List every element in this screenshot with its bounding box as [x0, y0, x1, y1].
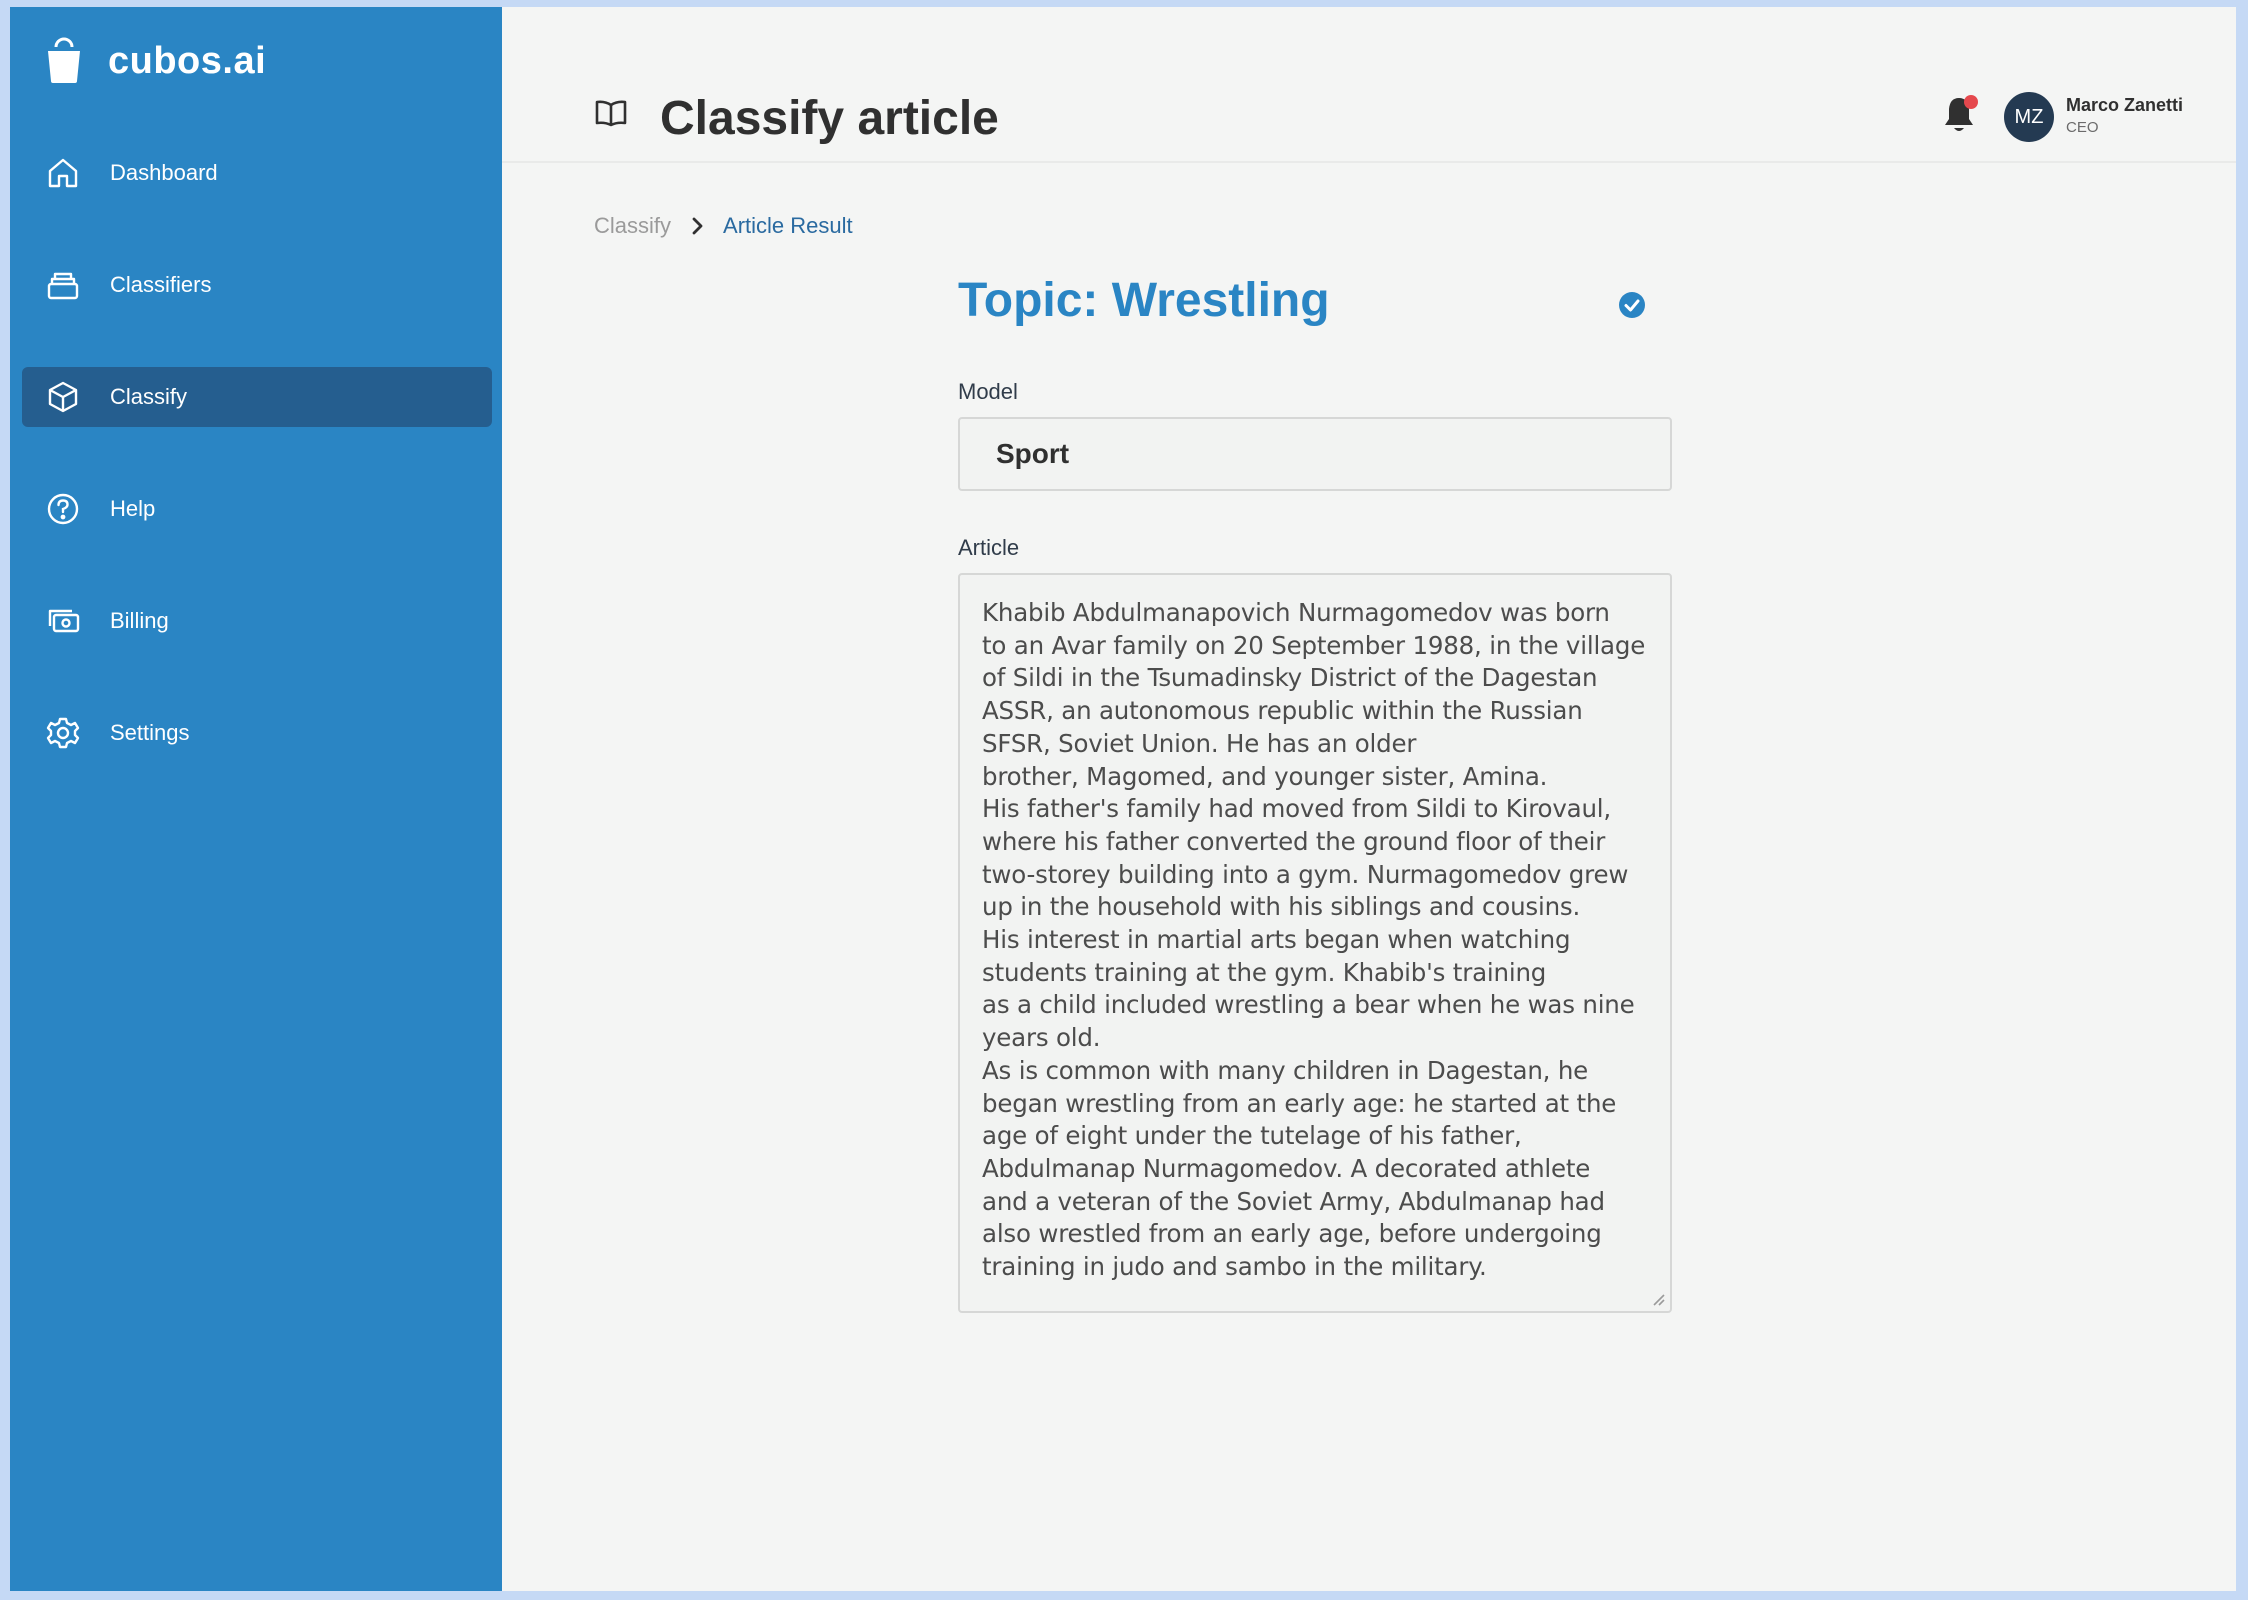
article-line: and a veteran of the Soviet Army, Abdulm… — [982, 1186, 1605, 1216]
topic-title: Topic: Wrestling — [958, 274, 1330, 327]
resize-handle-icon[interactable] — [1648, 1289, 1666, 1307]
article-textarea[interactable]: Khabib Abdulmanapovich Nurmagomedov was … — [958, 573, 1672, 1313]
sidebar-item-settings[interactable]: Settings — [22, 703, 492, 763]
article-line: where his father converted the ground fl… — [982, 826, 1606, 856]
sidebar-item-classify[interactable]: Classify — [22, 367, 492, 427]
help-circle-icon — [46, 492, 80, 526]
user-role: CEO — [2066, 119, 2099, 136]
article-line: SFSR, Soviet Union. He has an older — [982, 728, 1417, 758]
billing-icon — [46, 604, 80, 638]
sidebar: cubos.ai Dashboard Classifiers Classify … — [10, 7, 502, 1591]
sidebar-item-billing[interactable]: Billing — [22, 591, 492, 651]
chevron-right-icon — [692, 217, 703, 235]
page-title: Classify article — [660, 92, 999, 145]
sidebar-item-dashboard[interactable]: Dashboard — [22, 143, 492, 203]
home-icon — [46, 156, 80, 190]
article-line: ASSR, an autonomous republic within the … — [982, 696, 1583, 726]
brand-name: cubos.ai — [108, 39, 267, 82]
sidebar-item-help[interactable]: Help — [22, 479, 492, 539]
app-window: cubos.ai Dashboard Classifiers Classify … — [10, 7, 2236, 1591]
sidebar-nav: Dashboard Classifiers Classify Help Bill… — [22, 143, 492, 815]
sidebar-item-label: Settings — [110, 720, 190, 745]
sidebar-item-label: Classifiers — [110, 272, 212, 297]
book-icon — [595, 100, 627, 127]
article-line: of Sildi in the Tsumadinsky District of … — [982, 663, 1598, 693]
user-name[interactable]: Marco Zanetti — [2066, 95, 2183, 116]
topic-row: Topic: Wrestling — [958, 273, 1672, 343]
cube-icon — [46, 380, 80, 414]
article-line: training in judo and sambo in the milita… — [982, 1252, 1487, 1282]
result-panel: Topic: Wrestling Model Sport Article Kha… — [958, 273, 1672, 1313]
top-bar: Classify article MZ Marco Zanetti CEO — [502, 7, 2236, 163]
article-line: to an Avar family on 20 September 1988, … — [982, 630, 1646, 660]
notification-dot — [1964, 95, 1978, 109]
model-label: Model — [958, 379, 1018, 404]
article-line: up in the household with his siblings an… — [982, 892, 1581, 922]
article-line: began wrestling from an early age: he st… — [982, 1088, 1617, 1118]
article-line: years old. — [982, 1023, 1101, 1053]
article-text: Khabib Abdulmanapovich Nurmagomedov was … — [982, 597, 1646, 1284]
breadcrumb-item-classify[interactable]: Classify — [594, 213, 671, 239]
bucket-logo-icon — [48, 37, 80, 83]
main-content: Classify article MZ Marco Zanetti CEO Cl… — [502, 7, 2236, 1591]
gear-icon — [46, 716, 80, 750]
avatar[interactable]: MZ — [2004, 92, 2054, 142]
breadcrumb-item-article-result[interactable]: Article Result — [723, 213, 853, 239]
article-line: Abdulmanap Nurmagomedov. A decorated ath… — [982, 1153, 1591, 1183]
sidebar-item-label: Billing — [110, 608, 169, 633]
article-line: His interest in martial arts began when … — [982, 925, 1571, 955]
article-line: also wrestled from an early age, before … — [982, 1219, 1602, 1249]
sidebar-item-label: Help — [110, 496, 156, 521]
sidebar-item-label: Classify — [110, 384, 188, 409]
article-line: His father's family had moved from Sildi… — [982, 794, 1611, 824]
article-line: brother, Magomed, and younger sister, Am… — [982, 761, 1548, 791]
model-field[interactable]: Sport — [958, 417, 1672, 491]
article-line: as a child included wrestling a bear whe… — [982, 990, 1635, 1020]
article-label: Article — [958, 535, 1020, 560]
brand[interactable]: cubos.ai — [44, 37, 266, 85]
check-circle-icon — [1619, 292, 1645, 318]
article-line: two-storey building into a gym. Nurmagom… — [982, 859, 1629, 889]
article-line: students training at the gym. Khabib's t… — [982, 957, 1547, 987]
article-line: age of eight under the tutelage of his f… — [982, 1121, 1522, 1151]
breadcrumb: Classify Article Result — [594, 213, 853, 239]
article-line: As is common with many children in Dages… — [982, 1055, 1589, 1085]
sidebar-item-label: Dashboard — [110, 160, 218, 185]
sidebar-item-classifiers[interactable]: Classifiers — [22, 255, 492, 315]
article-line: Khabib Abdulmanapovich Nurmagomedov was … — [982, 598, 1610, 627]
layers-icon — [46, 268, 80, 302]
